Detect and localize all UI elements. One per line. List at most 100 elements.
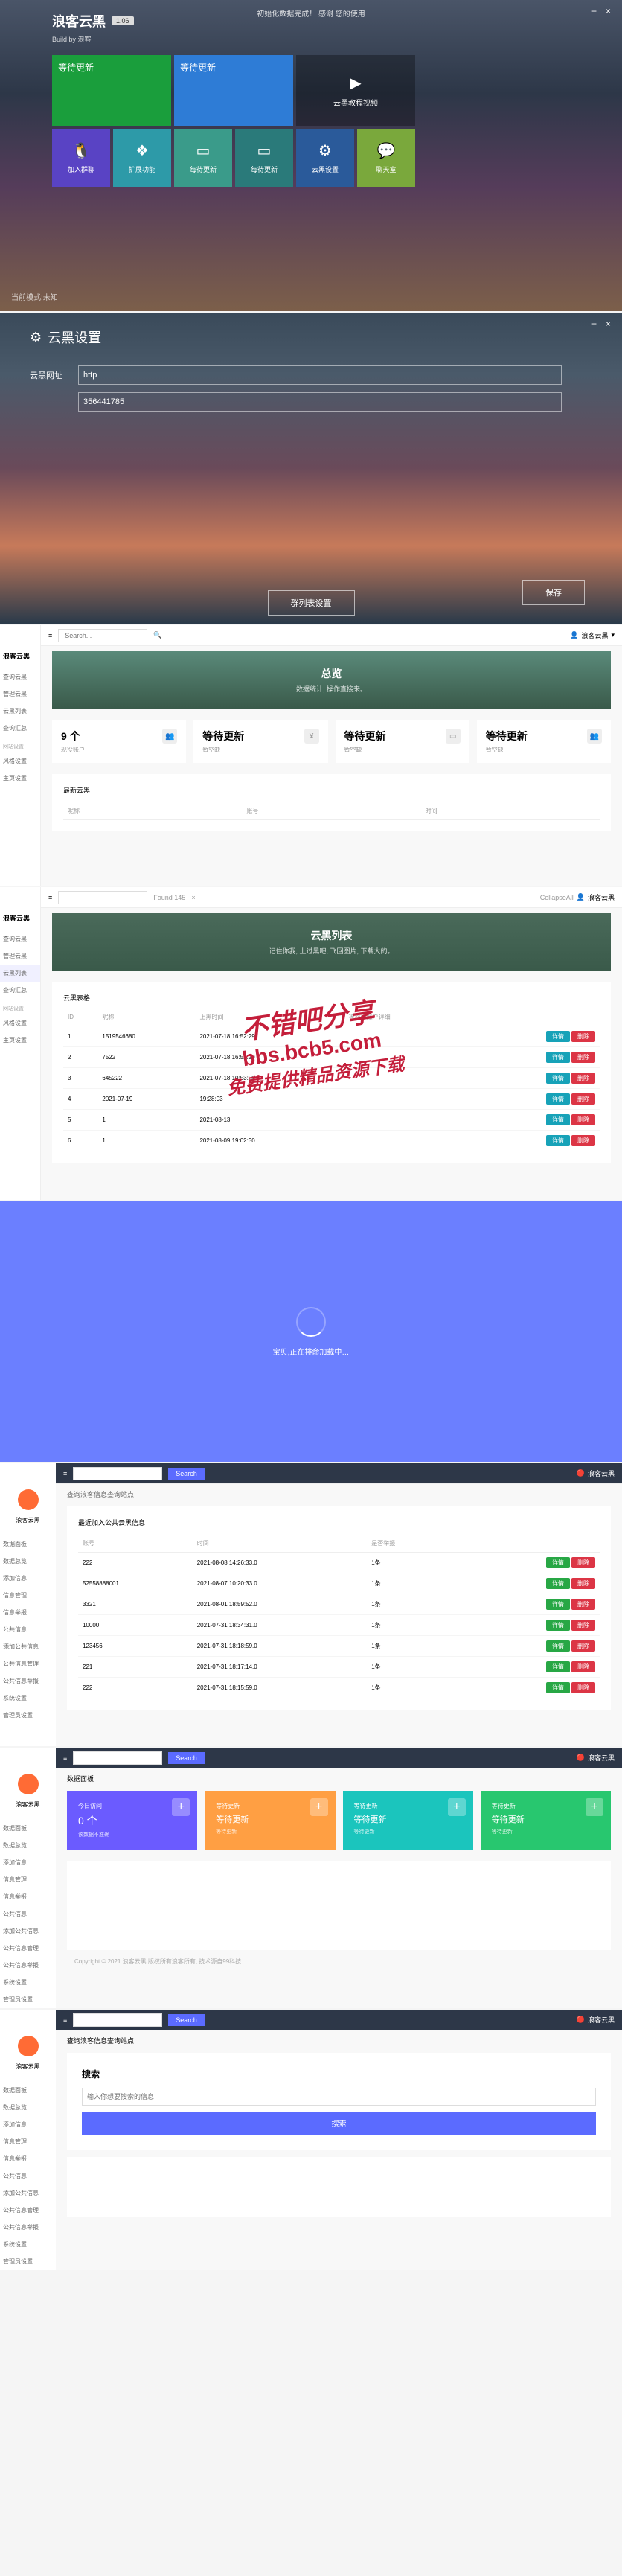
close-icon[interactable]: × [606, 6, 611, 16]
delete-button[interactable]: 删除 [571, 1135, 595, 1146]
sidebar-item[interactable]: 管理云黑 [0, 685, 40, 703]
delete-button[interactable]: 删除 [571, 1599, 595, 1610]
close-icon[interactable]: × [606, 319, 611, 329]
sidebar-item[interactable]: 公共信息管理 [0, 1655, 56, 1672]
delete-button[interactable]: 删除 [571, 1620, 595, 1631]
delete-button[interactable]: 删除 [571, 1073, 595, 1084]
sidebar-item[interactable]: 系统设置 [0, 2236, 56, 2253]
sidebar-item[interactable]: 管理员设置 [0, 1991, 56, 2008]
delete-button[interactable]: 删除 [571, 1640, 595, 1652]
code-input[interactable] [78, 392, 562, 412]
detail-button[interactable]: 详情 [546, 1557, 570, 1568]
detail-button[interactable]: 详情 [546, 1640, 570, 1652]
sidebar-item[interactable]: 系统设置 [0, 1974, 56, 1991]
add-icon[interactable]: + [448, 1798, 466, 1816]
sidebar-item[interactable]: 添加信息 [0, 2116, 56, 2133]
sidebar-item[interactable]: 公共信息 [0, 2167, 56, 2185]
tile-update-1[interactable]: 等待更新 [52, 55, 171, 126]
sidebar-item[interactable]: 主页设置 [0, 1032, 40, 1049]
sidebar-item[interactable]: 公共信息举报 [0, 2219, 56, 2236]
minimize-icon[interactable]: − [591, 319, 597, 329]
sidebar-item[interactable]: 云黑列表 [0, 703, 40, 720]
delete-button[interactable]: 删除 [571, 1031, 595, 1042]
search-icon[interactable]: 🔍 [153, 631, 161, 639]
delete-button[interactable]: 删除 [571, 1661, 595, 1672]
big-search-input[interactable] [82, 2088, 596, 2106]
detail-button[interactable]: 详情 [546, 1599, 570, 1610]
detail-button[interactable]: 详情 [546, 1052, 570, 1063]
menu-icon[interactable]: ≡ [63, 1754, 67, 1762]
search-button[interactable]: Search [168, 1468, 205, 1480]
sidebar-item[interactable]: 风格设置 [0, 1014, 40, 1032]
sidebar-item[interactable]: 公共信息管理 [0, 2202, 56, 2219]
delete-button[interactable]: 删除 [571, 1114, 595, 1125]
search-button[interactable]: Search [168, 1752, 205, 1764]
sidebar-item[interactable]: 主页设置 [0, 770, 40, 787]
tile-expand[interactable]: ❖扩展功能 [113, 129, 171, 187]
tile-chat[interactable]: 💬聊天室 [357, 129, 415, 187]
delete-button[interactable]: 删除 [571, 1682, 595, 1693]
sidebar-item[interactable]: 数据面板 [0, 1535, 56, 1553]
detail-button[interactable]: 详情 [546, 1620, 570, 1631]
sidebar-item[interactable]: 查询汇总 [0, 720, 40, 737]
tile-update-2[interactable]: 等待更新 [174, 55, 293, 126]
search-input[interactable] [58, 891, 147, 904]
sidebar-item[interactable]: 信息管理 [0, 1587, 56, 1604]
detail-button[interactable]: 详情 [546, 1578, 570, 1589]
add-icon[interactable]: + [586, 1798, 603, 1816]
sidebar-item[interactable]: 查询云黑 [0, 668, 40, 685]
sidebar-item[interactable]: 查询汇总 [0, 982, 40, 999]
detail-button[interactable]: 详情 [546, 1073, 570, 1084]
user-badge[interactable]: 👤浪客云黑▾ [570, 630, 615, 640]
search-button[interactable]: Search [168, 2014, 205, 2026]
delete-button[interactable]: 删除 [571, 1052, 595, 1063]
search-input[interactable] [73, 2013, 162, 2027]
tile-video-tutorial[interactable]: ▶ 云黑教程视频 [296, 55, 415, 126]
url-input[interactable] [78, 365, 562, 385]
save-button[interactable]: 保存 [522, 580, 585, 605]
sidebar-item[interactable]: 添加公共信息 [0, 2185, 56, 2202]
sidebar-item[interactable]: 管理员设置 [0, 2253, 56, 2270]
tile-update-4[interactable]: ▭每待更新 [235, 129, 293, 187]
menu-icon[interactable]: ≡ [48, 894, 52, 901]
minimize-icon[interactable]: − [591, 6, 597, 16]
sidebar-item[interactable]: 云黑列表 [0, 965, 40, 982]
sidebar-item[interactable]: 信息管理 [0, 2133, 56, 2150]
detail-button[interactable]: 详情 [546, 1135, 570, 1146]
sidebar-item[interactable]: 数据面板 [0, 1820, 56, 1837]
sidebar-item[interactable]: 系统设置 [0, 1690, 56, 1707]
search-input[interactable] [58, 629, 147, 642]
sidebar-item[interactable]: 数据面板 [0, 2082, 56, 2099]
detail-button[interactable]: 详情 [546, 1661, 570, 1672]
detail-button[interactable]: 详情 [546, 1682, 570, 1693]
detail-button[interactable]: 详情 [546, 1114, 570, 1125]
menu-icon[interactable]: ≡ [63, 1470, 67, 1477]
sidebar-item[interactable]: 添加信息 [0, 1570, 56, 1587]
tile-settings[interactable]: ⚙云黑设置 [296, 129, 354, 187]
search-input[interactable] [73, 1751, 162, 1765]
detail-button[interactable]: 详情 [546, 1031, 570, 1042]
close-icon[interactable]: × [191, 894, 195, 901]
search-input[interactable] [73, 1467, 162, 1480]
sidebar-item[interactable]: 公共信息管理 [0, 1940, 56, 1957]
sidebar-item[interactable]: 公共信息 [0, 1621, 56, 1638]
sidebar-item[interactable]: 数据总览 [0, 2099, 56, 2116]
collapse-link[interactable]: CollapseAll [540, 894, 574, 901]
sidebar-item[interactable]: 管理云黑 [0, 947, 40, 965]
delete-button[interactable]: 删除 [571, 1093, 595, 1105]
delete-button[interactable]: 删除 [571, 1578, 595, 1589]
add-icon[interactable]: + [172, 1798, 190, 1816]
group-list-button[interactable]: 群列表设置 [268, 590, 355, 616]
sidebar-item[interactable]: 信息举报 [0, 1888, 56, 1905]
sidebar-item[interactable]: 公共信息举报 [0, 1957, 56, 1974]
add-icon[interactable]: + [310, 1798, 328, 1816]
sidebar-item[interactable]: 公共信息举报 [0, 1672, 56, 1690]
delete-button[interactable]: 删除 [571, 1557, 595, 1568]
sidebar-item[interactable]: 公共信息 [0, 1905, 56, 1923]
sidebar-item[interactable]: 添加信息 [0, 1854, 56, 1871]
sidebar-item[interactable]: 风格设置 [0, 752, 40, 770]
sidebar-item[interactable]: 管理员设置 [0, 1707, 56, 1724]
tile-update-3[interactable]: ▭每待更新 [174, 129, 232, 187]
sidebar-item[interactable]: 添加公共信息 [0, 1923, 56, 1940]
sidebar-item[interactable]: 数据总览 [0, 1553, 56, 1570]
